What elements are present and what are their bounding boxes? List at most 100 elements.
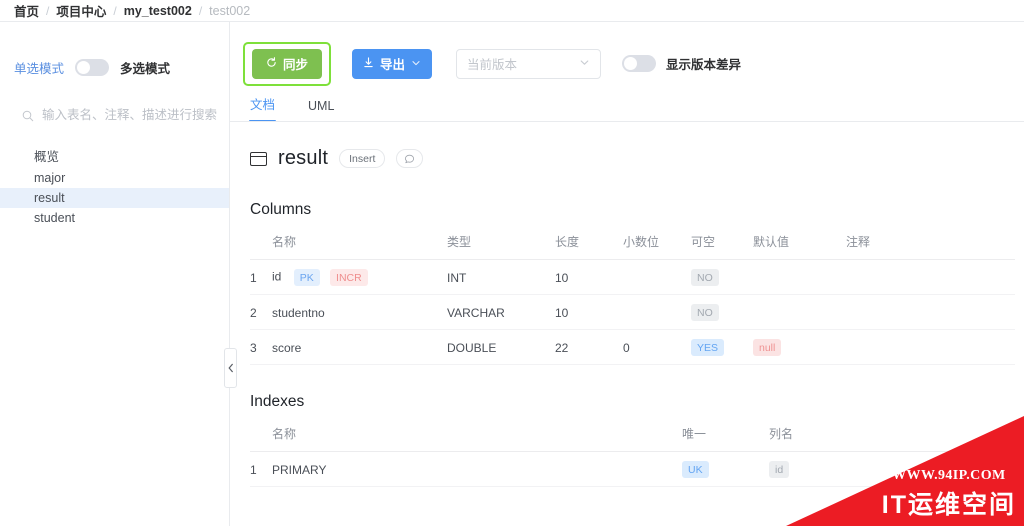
export-button-label: 导出 xyxy=(380,58,406,72)
row-index-columns: id xyxy=(769,451,1015,487)
comment-icon[interactable] xyxy=(396,149,424,168)
toolbar: 同步 导出 当前版本 显示版本差异 xyxy=(229,22,1024,88)
row-nullable: YES xyxy=(691,329,753,365)
table-row[interactable]: 1 PRIMARY UK id xyxy=(250,451,1015,487)
download-icon xyxy=(363,56,374,71)
nullable-badge: NO xyxy=(691,304,719,321)
row-type: DOUBLE xyxy=(447,329,555,365)
sync-button[interactable]: 同步 xyxy=(252,48,323,79)
table-row[interactable]: 2 studentno VARCHAR 10 NO xyxy=(250,294,1015,330)
document-view: result Insert Columns 名称 类型 长度 小数位 可空 默认… xyxy=(229,122,1024,487)
row-unique: UK xyxy=(682,451,769,487)
index-header-name: 名称 xyxy=(272,425,682,452)
col-header-length: 长度 xyxy=(555,233,623,260)
search-row xyxy=(0,84,229,130)
search-input[interactable] xyxy=(42,108,217,122)
content-panel: 同步 导出 当前版本 显示版本差异 文档 UML result Insert C… xyxy=(229,22,1024,526)
sidebar-item-result[interactable]: result xyxy=(0,188,229,208)
tab-bar-underline xyxy=(229,121,1024,122)
sync-button-focus-ring: 同步 xyxy=(243,41,332,86)
row-index: 1 xyxy=(250,259,272,295)
indexes-table: 名称 唯一 列名 1 PRIMARY UK id xyxy=(250,425,1015,487)
tab-bar: 文档 UML xyxy=(229,88,1024,122)
col-header-nullable: 可空 xyxy=(691,233,753,260)
col-header-index xyxy=(250,233,272,260)
col-header-type: 类型 xyxy=(447,233,555,260)
column-name-text: studentno xyxy=(272,305,325,320)
sidebar-item-overview[interactable]: 概览 xyxy=(0,145,229,165)
index-header-index xyxy=(250,425,272,452)
breadcrumb-item-my-test002[interactable]: my_test002 xyxy=(124,4,192,18)
breadcrumb-item-test002[interactable]: test002 xyxy=(209,4,250,18)
row-column-name: score xyxy=(272,329,447,365)
row-type: INT xyxy=(447,259,555,295)
row-nullable: NO xyxy=(691,294,753,330)
diff-toggle-row: 显示版本差异 xyxy=(622,54,741,73)
sidebar-item-label: 概览 xyxy=(34,149,60,164)
insert-tag[interactable]: Insert xyxy=(339,149,386,168)
show-version-diff-toggle[interactable] xyxy=(622,55,657,72)
sync-button-label: 同步 xyxy=(283,58,309,72)
tab-uml[interactable]: UML xyxy=(308,99,334,122)
tab-label: UML xyxy=(308,99,335,113)
table-row[interactable]: 3 score DOUBLE 22 0 YES null xyxy=(250,329,1015,365)
breadcrumb-item-home[interactable]: 首页 xyxy=(14,1,39,20)
row-index: 1 xyxy=(250,451,272,487)
version-select-value: 当前版本 xyxy=(467,58,518,72)
row-default xyxy=(753,294,846,330)
row-default: null xyxy=(753,329,846,365)
tab-document[interactable]: 文档 xyxy=(248,94,277,122)
nullable-badge: NO xyxy=(691,269,719,286)
row-nullable: NO xyxy=(691,259,753,295)
row-length: 10 xyxy=(555,259,623,295)
table-header: result Insert xyxy=(250,147,1024,170)
toggle-knob xyxy=(624,57,638,70)
chevron-left-icon xyxy=(227,363,233,373)
show-version-diff-label: 显示版本差异 xyxy=(666,58,742,72)
multi-select-mode-label: 多选模式 xyxy=(120,62,171,76)
search-icon xyxy=(22,109,34,122)
row-decimals xyxy=(623,294,691,330)
col-header-comment: 注释 xyxy=(846,233,1015,260)
row-decimals xyxy=(623,259,691,295)
col-header-decimals: 小数位 xyxy=(623,233,691,260)
sidebar-item-major[interactable]: major xyxy=(0,168,229,188)
index-header-unique: 唯一 xyxy=(682,425,769,452)
nullable-badge: YES xyxy=(691,339,725,356)
page-title: result xyxy=(278,147,329,169)
row-index-name: PRIMARY xyxy=(272,451,682,487)
table-icon xyxy=(250,151,267,166)
single-select-mode-label: 单选模式 xyxy=(14,62,65,76)
column-name-text: id xyxy=(272,269,282,284)
row-length: 10 xyxy=(555,294,623,330)
sidebar: 单选模式 多选模式 概览 xyxy=(0,22,229,526)
row-index: 2 xyxy=(250,294,272,330)
mode-switch-row: 单选模式 多选模式 xyxy=(0,22,229,84)
row-column-name: studentno xyxy=(272,294,447,330)
columns-heading: Columns xyxy=(250,201,312,218)
tab-label: 文档 xyxy=(250,98,276,112)
indexes-heading: Indexes xyxy=(250,393,305,410)
sidebar-item-label: result xyxy=(34,191,65,205)
sidebar-collapse-button[interactable] xyxy=(224,348,237,388)
pk-badge: PK xyxy=(293,269,320,286)
index-header-columns: 列名 xyxy=(769,425,1015,452)
version-select[interactable]: 当前版本 xyxy=(456,48,602,79)
sidebar-item-student[interactable]: student xyxy=(0,208,229,228)
breadcrumb-separator: / xyxy=(198,3,203,18)
row-default xyxy=(753,259,846,295)
chevron-down-icon xyxy=(579,57,590,71)
breadcrumb-item-project-center[interactable]: 项目中心 xyxy=(56,1,106,20)
main-body: 单选模式 多选模式 概览 xyxy=(0,22,1024,526)
table-row[interactable]: 1 id PK INCR INT 10 NO xyxy=(250,259,1015,295)
default-value-badge: null xyxy=(753,339,782,356)
column-name-text: score xyxy=(272,340,302,355)
chevron-down-icon[interactable] xyxy=(411,57,421,71)
select-mode-toggle[interactable] xyxy=(75,59,110,76)
refresh-icon xyxy=(266,56,277,71)
toggle-knob xyxy=(77,61,91,74)
export-button[interactable]: 导出 xyxy=(352,48,433,79)
table-header-row: 名称 类型 长度 小数位 可空 默认值 注释 xyxy=(250,233,1015,260)
row-comment xyxy=(846,329,1015,365)
row-decimals: 0 xyxy=(623,329,691,365)
